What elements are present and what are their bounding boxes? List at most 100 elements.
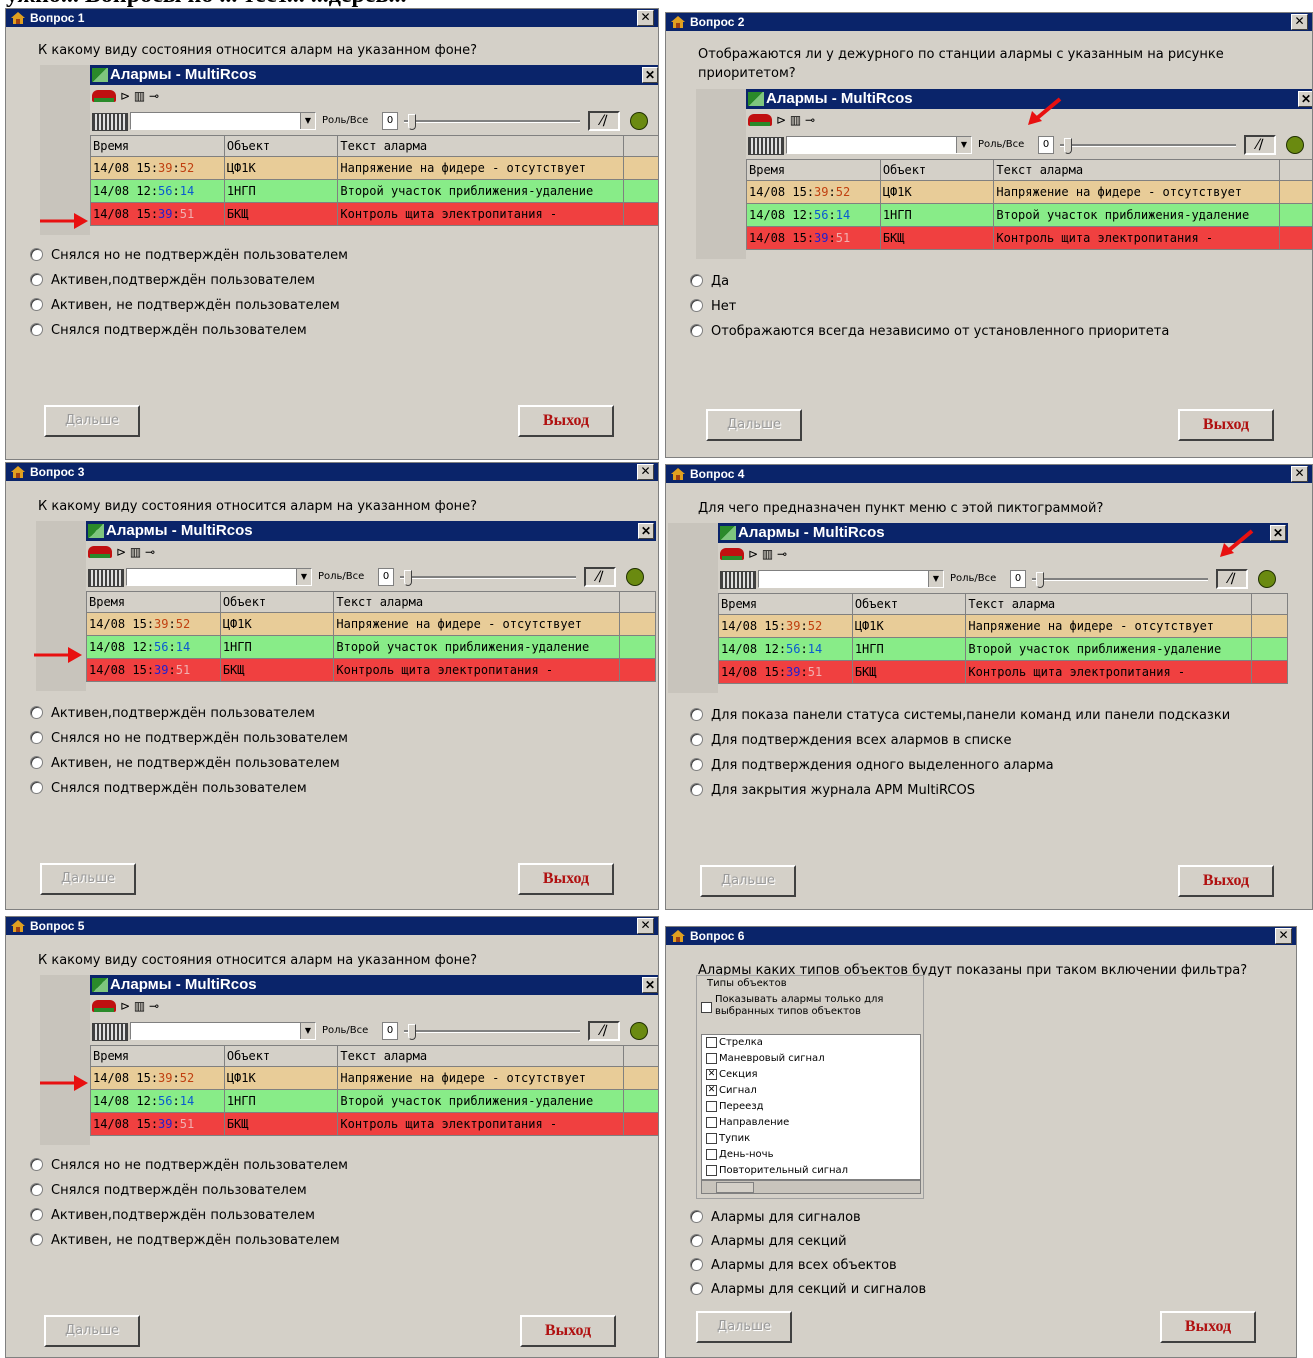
status-icon[interactable] [630, 112, 648, 130]
answer-option[interactable]: Снялся но не подтверждён пользователем [30, 1157, 348, 1175]
answer-option[interactable]: Нет [690, 298, 736, 316]
checkbox[interactable] [706, 1164, 717, 1176]
radio-button[interactable] [30, 781, 43, 794]
next-button[interactable]: Дальше [700, 865, 796, 897]
radio-button[interactable] [30, 706, 43, 719]
chevron-down-icon[interactable]: ▼ [928, 571, 943, 587]
radio-button[interactable] [690, 274, 703, 287]
table-row[interactable]: 14/08 15:39:51 БКЩ Контроль щита электропи… [86, 658, 656, 682]
close-icon[interactable]: ✕ [637, 918, 654, 934]
toolbar-icons[interactable]: ⊳ ▥ ⊸ [120, 999, 159, 1013]
radio-button[interactable] [690, 324, 703, 337]
checkbox[interactable]: ✕ [706, 1068, 717, 1080]
column-header[interactable]: Текст аларма [965, 593, 1253, 615]
acknowledge-all-icon[interactable]: ⁄∕ [1216, 569, 1248, 589]
locomotive-icon[interactable] [92, 1000, 116, 1012]
priority-slider-thumb[interactable] [408, 1024, 416, 1040]
grid-icon[interactable] [88, 569, 124, 587]
table-row[interactable]: 14/08 15:39:51 БКЩ Контроль щита электропи… [718, 660, 1288, 684]
chevron-down-icon[interactable]: ▼ [956, 137, 971, 153]
answer-option[interactable]: Для показа панели статуса системы,панели… [690, 707, 1230, 725]
filter-combo[interactable]: ▼ [130, 112, 316, 130]
exit-button[interactable]: Выход [518, 405, 614, 437]
table-row[interactable]: 14/08 12:56:14 1НГП Второй участок приближ… [90, 179, 658, 203]
list-item[interactable]: Направление [702, 1115, 920, 1131]
radio-button[interactable] [690, 1282, 703, 1295]
grid-icon[interactable] [92, 1023, 128, 1041]
list-item[interactable]: Тупик [702, 1131, 920, 1147]
radio-button[interactable] [30, 1233, 43, 1246]
column-header[interactable]: Объект [879, 159, 995, 181]
priority-slider-track[interactable] [1060, 144, 1236, 147]
exit-button[interactable]: Выход [1178, 409, 1274, 441]
table-row[interactable]: 14/08 12:56:14 1НГП Второй участок приближ… [718, 637, 1288, 661]
answer-option[interactable]: Снялся но не подтверждён пользователем [30, 730, 348, 748]
radio-button[interactable] [690, 1234, 703, 1247]
priority-slider-thumb[interactable] [1064, 138, 1072, 154]
table-row[interactable]: 14/08 15:39:51 БКЩ Контроль щита электропи… [90, 1112, 658, 1136]
locomotive-icon[interactable] [720, 548, 744, 560]
answer-option[interactable]: Алармы для секций [690, 1233, 847, 1251]
answer-option[interactable]: Для подтверждения всех алармов в списке [690, 732, 1012, 750]
close-icon[interactable]: ✕ [1275, 928, 1292, 944]
answer-option[interactable]: Активен,подтверждён пользователем [30, 272, 315, 290]
table-row[interactable]: 14/08 12:56:14 1НГП Второй участок приближ… [86, 635, 656, 659]
column-header[interactable]: Текст аларма [337, 1045, 625, 1067]
checkbox[interactable] [701, 1002, 712, 1013]
grid-icon[interactable] [720, 571, 756, 589]
exit-button[interactable]: Выход [520, 1315, 616, 1347]
answer-option[interactable]: Отображаются всегда независимо от устано… [690, 323, 1169, 341]
answer-option[interactable]: Алармы для секций и сигналов [690, 1281, 926, 1299]
next-button[interactable]: Дальше [706, 409, 802, 441]
filter-combo[interactable]: ▼ [758, 570, 944, 588]
scrollbar-thumb[interactable] [716, 1182, 754, 1193]
next-button[interactable]: Дальше [40, 863, 136, 895]
checkbox[interactable] [706, 1116, 717, 1128]
table-row[interactable]: 14/08 12:56:14 1НГП Второй участок приближ… [90, 1089, 658, 1113]
exit-button[interactable]: Выход [518, 863, 614, 895]
filter-only-checkbox[interactable]: Показывать алармы только для выбранных т… [701, 994, 901, 1018]
column-header[interactable]: Время [90, 135, 225, 157]
column-header[interactable]: Объект [223, 1045, 339, 1067]
toolbar-icons[interactable]: ⊳ ▥ ⊸ [116, 545, 155, 559]
radio-button[interactable] [30, 1158, 43, 1171]
chevron-down-icon[interactable]: ▼ [296, 569, 311, 585]
column-header[interactable]: Время [718, 593, 853, 615]
priority-slider-track[interactable] [404, 120, 580, 123]
priority-slider-thumb[interactable] [1036, 572, 1044, 588]
next-button[interactable]: Дальше [44, 1315, 140, 1347]
column-header[interactable]: Текст аларма [993, 159, 1281, 181]
radio-button[interactable] [690, 1210, 703, 1223]
column-header[interactable]: Время [746, 159, 881, 181]
answer-option[interactable]: Алармы для сигналов [690, 1209, 861, 1227]
column-header[interactable]: Время [86, 591, 221, 613]
table-row[interactable]: 14/08 15:39:51 БКЩ Контроль щита электропи… [90, 202, 658, 226]
alarms-close-icon[interactable]: ✕ [642, 977, 658, 993]
answer-option[interactable]: Снялся но не подтверждён пользователем [30, 247, 348, 265]
exit-button[interactable]: Выход [1160, 1311, 1256, 1343]
list-item[interactable]: Стрелка [702, 1035, 920, 1051]
close-icon[interactable]: ✕ [637, 464, 654, 480]
answer-option[interactable]: Активен,подтверждён пользователем [30, 705, 315, 723]
next-button[interactable]: Дальше [696, 1311, 792, 1343]
radio-button[interactable] [690, 783, 703, 796]
column-header[interactable]: Текст аларма [333, 591, 621, 613]
checkbox[interactable]: ✕ [706, 1084, 717, 1096]
locomotive-icon[interactable] [92, 90, 116, 102]
filter-combo[interactable]: ▼ [126, 568, 312, 586]
toolbar-icons[interactable]: ⊳ ▥ ⊸ [748, 547, 787, 561]
answer-option[interactable]: Активен, не подтверждён пользователем [30, 1232, 340, 1250]
toolbar-icons[interactable]: ⊳ ▥ ⊸ [120, 89, 159, 103]
column-header[interactable]: Объект [851, 593, 967, 615]
acknowledge-all-icon[interactable]: ⁄∕ [584, 567, 616, 587]
priority-slider-thumb[interactable] [408, 114, 416, 130]
table-row[interactable]: 14/08 15:39:52 ЦФ1К Напряжение на фидере -… [90, 156, 658, 180]
locomotive-icon[interactable] [88, 546, 112, 558]
alarms-close-icon[interactable]: ✕ [642, 67, 658, 83]
list-item[interactable]: Переезд [702, 1099, 920, 1115]
answer-option[interactable]: Да [690, 273, 729, 291]
locomotive-icon[interactable] [748, 114, 772, 126]
radio-button[interactable] [690, 1258, 703, 1271]
checkbox[interactable] [706, 1132, 717, 1144]
radio-button[interactable] [30, 298, 43, 311]
